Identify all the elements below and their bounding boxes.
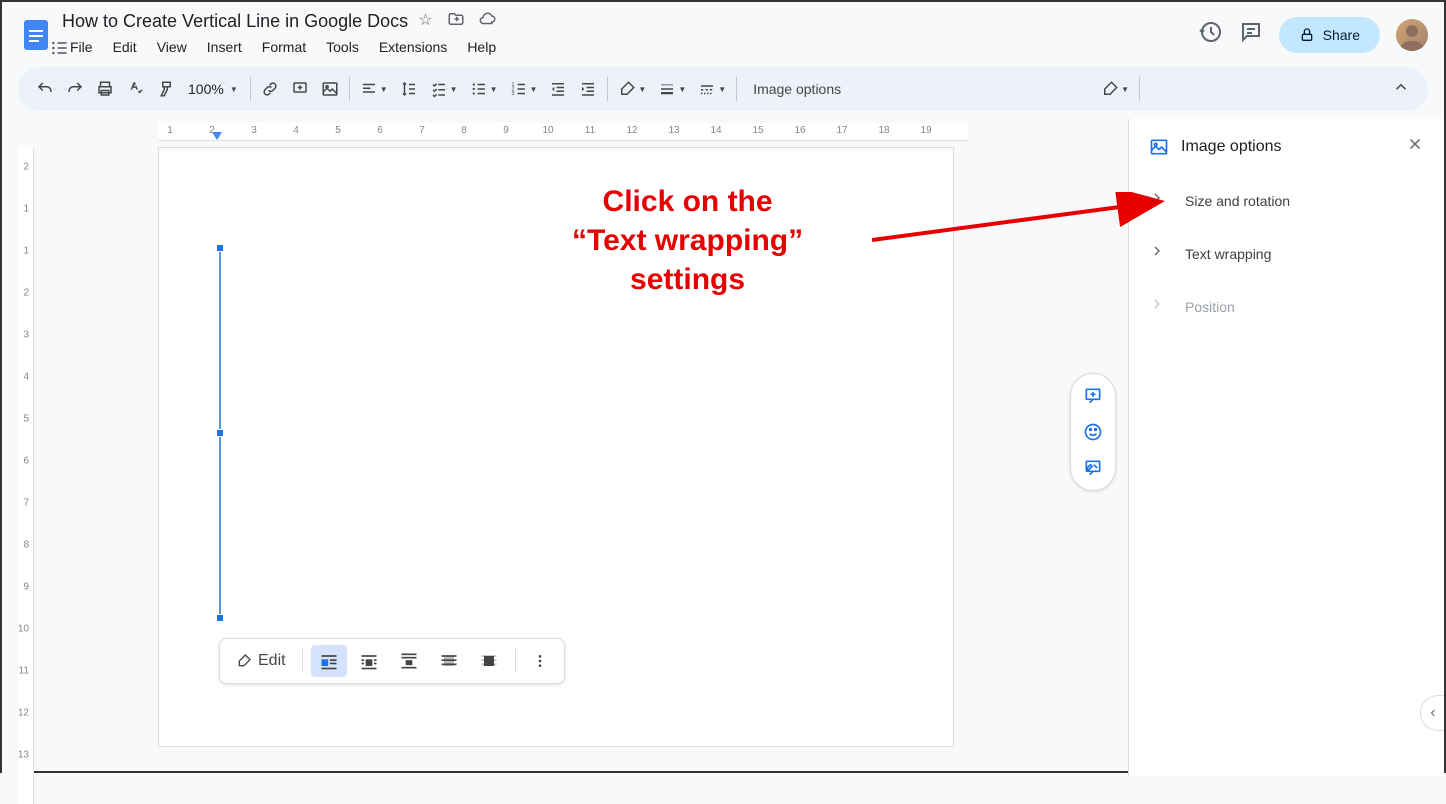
redo-button[interactable] — [60, 75, 90, 103]
chevron-right-icon — [1149, 243, 1165, 264]
close-panel-button[interactable] — [1406, 135, 1424, 158]
checklist-button[interactable]: ▼ — [424, 75, 464, 103]
position-section[interactable]: Position — [1129, 280, 1444, 333]
selection-handle-top[interactable] — [216, 244, 224, 252]
side-action-buttons — [1070, 373, 1116, 491]
document-title[interactable]: How to Create Vertical Line in Google Do… — [62, 11, 408, 32]
panel-title: Image options — [1181, 138, 1406, 156]
line-spacing-button[interactable] — [394, 75, 424, 103]
drawing-floating-toolbar: Edit — [219, 638, 565, 684]
menu-extensions[interactable]: Extensions — [371, 35, 455, 59]
numbered-list-button[interactable]: 123▼ — [504, 75, 544, 103]
zoom-selector[interactable]: 100%▼ — [180, 81, 246, 97]
menu-tools[interactable]: Tools — [318, 35, 367, 59]
wrap-text-button[interactable] — [351, 645, 387, 677]
docs-app-icon[interactable] — [18, 17, 54, 53]
add-comment-button[interactable] — [285, 75, 315, 103]
outline-button[interactable] — [50, 38, 70, 63]
more-options-button[interactable] — [524, 647, 556, 675]
image-options-button[interactable]: Image options — [741, 81, 853, 97]
move-folder-icon[interactable] — [447, 10, 465, 33]
print-button[interactable] — [90, 75, 120, 103]
editing-mode-button[interactable]: ▼ — [1095, 75, 1135, 103]
collapse-toolbar-button[interactable] — [1386, 72, 1416, 107]
menu-help[interactable]: Help — [459, 35, 504, 59]
size-rotation-section[interactable]: Size and rotation — [1129, 174, 1444, 227]
vertical-line-shape[interactable] — [219, 248, 221, 618]
chevron-right-icon — [1149, 296, 1165, 317]
bulleted-list-button[interactable]: ▼ — [464, 75, 504, 103]
insert-link-button[interactable] — [255, 75, 285, 103]
chevron-right-icon — [1149, 190, 1165, 211]
menu-edit[interactable]: Edit — [105, 35, 145, 59]
text-wrapping-section[interactable]: Text wrapping — [1129, 227, 1444, 280]
document-page: Edit — [158, 147, 954, 747]
wrap-inline-button[interactable] — [311, 645, 347, 677]
avatar[interactable] — [1396, 19, 1428, 51]
spellcheck-button[interactable] — [120, 75, 150, 103]
border-color-button[interactable]: ▼ — [612, 75, 652, 103]
selection-handle-bottom[interactable] — [216, 614, 224, 622]
horizontal-ruler: 12345678910111213141516171819 — [158, 123, 968, 141]
decrease-indent-button[interactable] — [543, 75, 573, 103]
history-icon[interactable] — [1199, 20, 1223, 49]
menu-format[interactable]: Format — [254, 35, 314, 59]
border-dash-button[interactable]: ▼ — [692, 75, 732, 103]
share-button[interactable]: Share — [1279, 17, 1380, 53]
in-front-text-button[interactable] — [471, 645, 507, 677]
vertical-ruler: 2112345678910111213 — [2, 119, 34, 776]
emoji-reaction-button[interactable] — [1077, 416, 1109, 448]
comments-icon[interactable] — [1239, 20, 1263, 49]
image-icon — [1149, 137, 1169, 157]
menu-view[interactable]: View — [149, 35, 195, 59]
image-options-panel: Image options Size and rotation Text wra… — [1128, 119, 1444, 776]
selection-handle-mid[interactable] — [216, 429, 224, 437]
insert-image-button[interactable] — [315, 75, 345, 103]
add-comment-side-button[interactable] — [1077, 380, 1109, 412]
star-icon[interactable]: ☆ — [418, 10, 432, 33]
paint-format-button[interactable] — [150, 75, 180, 103]
edit-drawing-button[interactable]: Edit — [228, 646, 294, 676]
align-button[interactable]: ▼ — [354, 75, 394, 103]
main-toolbar: 100%▼ ▼ ▼ ▼ 123▼ ▼ ▼ ▼ Image options ▼ — [18, 67, 1428, 111]
menu-insert[interactable]: Insert — [199, 35, 250, 59]
border-weight-button[interactable]: ▼ — [652, 75, 692, 103]
increase-indent-button[interactable] — [573, 75, 603, 103]
break-text-button[interactable] — [391, 645, 427, 677]
undo-button[interactable] — [30, 75, 60, 103]
suggest-edit-button[interactable] — [1077, 452, 1109, 484]
share-label: Share — [1323, 27, 1360, 43]
svg-text:3: 3 — [511, 91, 514, 97]
behind-text-button[interactable] — [431, 645, 467, 677]
cloud-status-icon[interactable] — [479, 10, 497, 33]
